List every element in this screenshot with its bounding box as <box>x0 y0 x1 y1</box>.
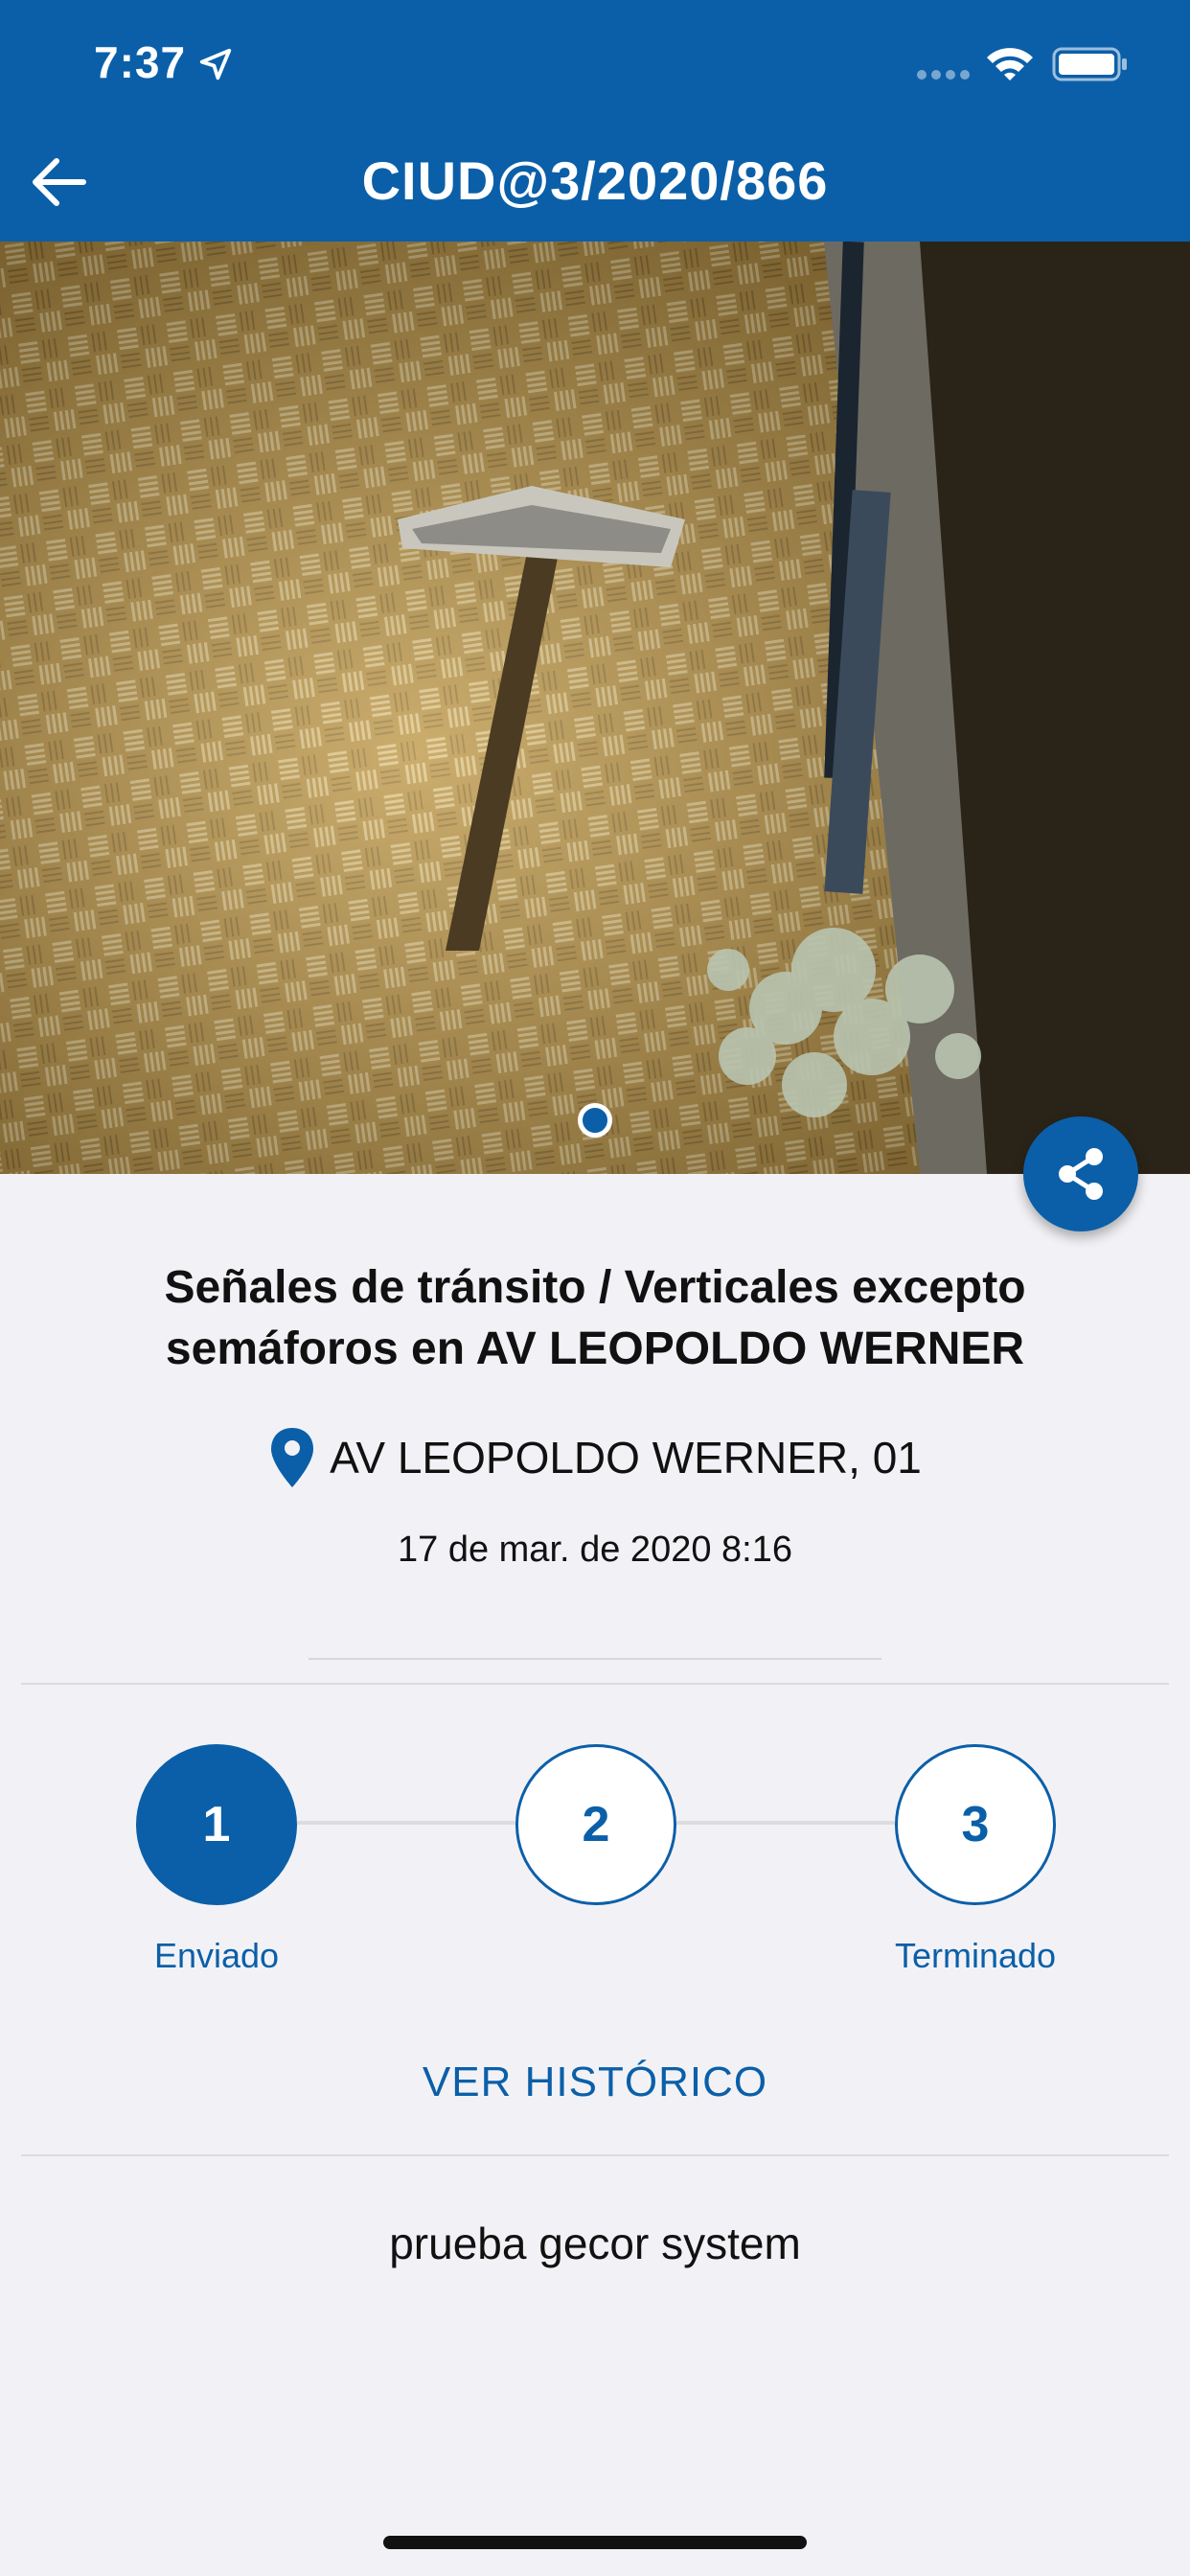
photo-page-indicator[interactable] <box>578 1103 612 1138</box>
incident-date: 17 de mar. de 2020 8:16 <box>398 1530 792 1570</box>
address-row: AV LEOPOLDO WERNER, 01 <box>0 1426 1190 1489</box>
step-2: 2 <box>515 1744 676 1905</box>
location-arrow-icon <box>199 48 232 80</box>
battery-icon <box>1052 47 1127 81</box>
status-time: 7:37 <box>94 37 187 87</box>
share-icon <box>1059 1148 1103 1200</box>
step-3-label: Terminado <box>894 1936 1057 1975</box>
divider <box>21 2154 1169 2156</box>
incident-address: AV LEOPOLDO WERNER, 01 <box>330 1433 922 1483</box>
home-indicator[interactable] <box>383 2536 807 2549</box>
view-history-button[interactable]: VER HISTÓRICO <box>0 2058 1190 2106</box>
divider <box>309 1658 881 1660</box>
incident-title: Señales de tránsito / Verticales excepto… <box>164 1262 1026 1374</box>
map-pin-icon <box>271 1428 314 1487</box>
nav-title: CIUD@3/2020/866 <box>361 150 829 211</box>
step-1-label: Enviado <box>153 1936 280 1975</box>
divider <box>21 1683 1169 1685</box>
incident-description: prueba gecor system <box>389 2219 801 2268</box>
wifi-icon <box>987 48 1033 80</box>
step-connector <box>676 1821 897 1825</box>
incident-photo[interactable] <box>0 242 1190 1174</box>
step-1: 1 <box>136 1744 297 1905</box>
signal-dots-icon <box>917 70 970 80</box>
app-header: 7:37 CIUD@3/2020/866 <box>0 0 1190 242</box>
step-3: 3 <box>895 1744 1056 1905</box>
step-connector <box>297 1821 517 1825</box>
share-button[interactable] <box>1023 1116 1138 1231</box>
